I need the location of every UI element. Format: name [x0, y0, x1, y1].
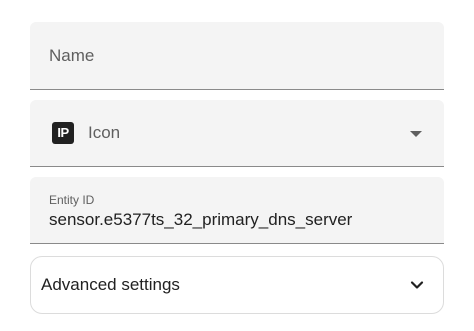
icon-field-label: Icon	[88, 123, 121, 142]
entity-id-label: Entity ID	[49, 193, 95, 207]
advanced-settings-expander[interactable]: Advanced settings	[30, 256, 444, 314]
chevron-down-icon[interactable]	[409, 277, 425, 293]
icon-picker-field[interactable]: IP Icon	[30, 100, 444, 167]
entity-id-field[interactable]: Entity ID sensor.e5377ts_32_primary_dns_…	[30, 177, 444, 244]
entity-settings-form: Name IP Icon Entity ID sensor.e5377ts_32…	[0, 0, 474, 331]
name-field-placeholder: Name	[49, 46, 95, 65]
name-field[interactable]: Name	[30, 22, 444, 90]
ip-icon: IP	[52, 122, 74, 144]
entity-id-value[interactable]: sensor.e5377ts_32_primary_dns_server	[49, 210, 352, 230]
advanced-settings-label: Advanced settings	[41, 275, 180, 294]
dropdown-arrow-icon[interactable]	[410, 131, 422, 137]
